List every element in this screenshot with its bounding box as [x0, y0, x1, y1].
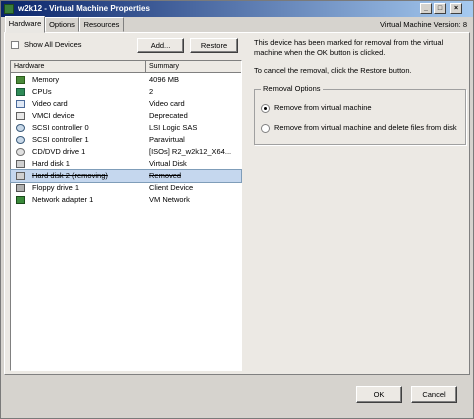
- row-summary: 2: [149, 87, 154, 96]
- hardware-row-video-card[interactable]: Video card Video card: [11, 98, 241, 110]
- hardware-row-hard-disk-1[interactable]: Hard disk 1 Virtual Disk: [11, 158, 241, 170]
- row-summary: Paravirtual: [149, 135, 185, 144]
- hardware-row-scsi-1[interactable]: SCSI controller 1 Paravirtual: [11, 134, 241, 146]
- tab-options[interactable]: Options: [45, 17, 79, 32]
- hard-disk-icon: [16, 172, 25, 180]
- list-header: Hardware Summary: [11, 61, 241, 73]
- row-summary: Removed: [149, 171, 182, 180]
- column-header-hardware[interactable]: Hardware: [11, 61, 146, 73]
- row-name: CPUs: [32, 87, 52, 96]
- row-summary: VM Network: [149, 195, 190, 204]
- cpu-icon: [16, 88, 25, 96]
- hardware-row-cd-dvd[interactable]: CD/DVD drive 1 [ISOs] R2_w2k12_X64...: [11, 146, 241, 158]
- row-name: Network adapter 1: [32, 195, 94, 204]
- remove-and-delete-radio[interactable]: [261, 124, 270, 133]
- remove-from-vm-label[interactable]: Remove from virtual machine: [274, 103, 372, 113]
- row-summary: Video card: [149, 99, 185, 108]
- row-summary: LSI Logic SAS: [149, 123, 198, 132]
- column-header-summary[interactable]: Summary: [146, 61, 241, 73]
- vm-version: Virtual Machine Version: 8: [380, 20, 467, 29]
- hardware-row-cpus[interactable]: CPUs 2: [11, 86, 241, 98]
- floppy-icon: [16, 184, 25, 192]
- network-adapter-icon: [16, 196, 25, 204]
- row-summary: [ISOs] R2_w2k12_X64...: [149, 147, 232, 156]
- remove-from-vm-radio[interactable]: [261, 104, 270, 113]
- close-button[interactable]: ×: [450, 3, 462, 14]
- removal-options-group: Removal Options Remove from virtual mach…: [254, 84, 466, 145]
- hardware-row-vmci[interactable]: VMCI device Deprecated: [11, 110, 241, 122]
- row-name: CD/DVD drive 1: [32, 147, 86, 156]
- vmci-icon: [16, 112, 25, 120]
- hardware-row-network-adapter[interactable]: Network adapter 1 VM Network: [11, 194, 241, 206]
- title-bar[interactable]: w2k12 - Virtual Machine Properties _ □ ×: [1, 1, 473, 17]
- cd-drive-icon: [16, 148, 25, 156]
- maximize-button[interactable]: □: [434, 3, 446, 14]
- tab-resources[interactable]: Resources: [79, 17, 124, 32]
- cancel-button[interactable]: Cancel: [411, 386, 457, 403]
- show-all-devices-label: Show All Devices: [24, 40, 82, 49]
- row-summary: Deprecated: [149, 111, 188, 120]
- minimize-button[interactable]: _: [420, 3, 432, 14]
- row-summary: 4096 MB: [149, 75, 180, 84]
- add-button[interactable]: Add...: [137, 38, 184, 53]
- row-name: Memory: [32, 75, 60, 84]
- row-name: VMCI device: [32, 111, 75, 120]
- row-name: SCSI controller 0: [32, 123, 89, 132]
- row-summary: Client Device: [149, 183, 194, 192]
- vm-icon: [4, 4, 14, 14]
- hard-disk-icon: [16, 160, 25, 168]
- row-name: Hard disk 2 (removing): [32, 171, 108, 180]
- show-all-devices-checkbox[interactable]: [11, 41, 19, 49]
- hardware-row-floppy[interactable]: Floppy drive 1 Client Device: [11, 182, 241, 194]
- row-name: Video card: [32, 99, 68, 108]
- hardware-panel: Show All Devices Add... Restore Hardware…: [4, 32, 470, 375]
- scsi-icon: [16, 136, 25, 144]
- removal-message: This device has been marked for removal …: [254, 38, 444, 57]
- vm-properties-window: w2k12 - Virtual Machine Properties _ □ ×…: [0, 0, 474, 419]
- radio-selected-dot: [264, 107, 267, 110]
- hardware-row-memory[interactable]: Memory 4096 MB: [11, 74, 241, 86]
- scsi-icon: [16, 124, 25, 132]
- hardware-row-hard-disk-2[interactable]: Hard disk 2 (removing) Removed: [10, 169, 242, 183]
- hardware-list[interactable]: Hardware Summary Memory 4096 MB CPUs 2 V…: [10, 60, 242, 371]
- ok-button[interactable]: OK: [356, 386, 402, 403]
- row-name: Floppy drive 1: [32, 183, 80, 192]
- memory-icon: [16, 76, 25, 84]
- row-name: Hard disk 1: [32, 159, 70, 168]
- window-title: w2k12 - Virtual Machine Properties: [18, 4, 150, 13]
- row-name: SCSI controller 1: [32, 135, 89, 144]
- restore-hint: To cancel the removal, click the Restore…: [254, 66, 412, 75]
- removal-options-label: Removal Options: [261, 84, 323, 93]
- video-card-icon: [16, 100, 25, 108]
- hardware-row-scsi-0[interactable]: SCSI controller 0 LSI Logic SAS: [11, 122, 241, 134]
- restore-button[interactable]: Restore: [190, 38, 238, 53]
- row-summary: Virtual Disk: [149, 159, 187, 168]
- remove-and-delete-label[interactable]: Remove from virtual machine and delete f…: [274, 123, 457, 133]
- tab-hardware[interactable]: Hardware: [5, 16, 45, 33]
